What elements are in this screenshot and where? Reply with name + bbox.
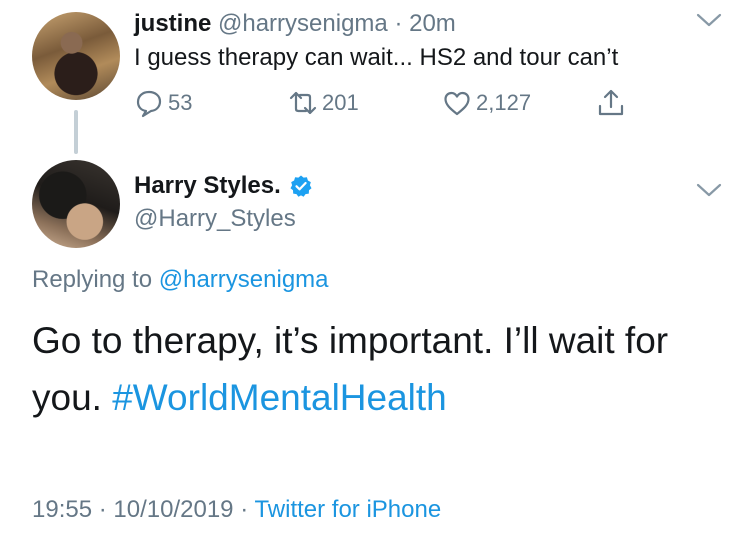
author-handle[interactable]: @Harry_Styles	[134, 205, 296, 233]
like-icon	[444, 91, 470, 116]
meta-separator: ·	[98, 496, 107, 523]
thread-connector-line	[74, 110, 78, 154]
reply-count: 53	[168, 90, 193, 115]
retweet-action[interactable]: 201	[288, 88, 359, 118]
reply-action[interactable]: 53	[134, 88, 192, 118]
author-handle-time[interactable]: @harrysenigma · 20m	[218, 10, 456, 38]
replying-to-label: Replying to	[32, 266, 153, 293]
author-handle[interactable]: @harrysenigma	[218, 10, 388, 37]
avatar-harry-styles[interactable]	[32, 160, 120, 248]
avatar-justine[interactable]	[32, 12, 120, 100]
reply-icon	[136, 90, 162, 118]
tweet-time: 19:55	[32, 496, 93, 523]
retweet-count: 201	[322, 90, 359, 115]
like-action[interactable]: 2,127	[442, 88, 531, 118]
share-action[interactable]	[596, 88, 630, 118]
time-separator: ·	[394, 10, 403, 37]
retweet-icon	[289, 91, 317, 115]
tweet-source-link[interactable]: Twitter for iPhone	[254, 496, 441, 523]
author-name[interactable]: Harry Styles.	[134, 172, 281, 200]
tweet-metadata: 19:55 · 10/10/2019 · Twitter for iPhone	[32, 496, 441, 524]
tweet-text: I guess therapy can wait... HS2 and tour…	[134, 44, 619, 71]
like-count: 2,127	[476, 90, 532, 115]
hashtag-link[interactable]: #WorldMentalHealth	[112, 377, 447, 418]
author-name[interactable]: justine	[134, 10, 211, 38]
tweet-time[interactable]: 20m	[409, 10, 456, 37]
author-name-row[interactable]: Harry Styles.	[134, 172, 313, 200]
tweet-date: 10/10/2019	[113, 496, 234, 523]
chevron-down-icon[interactable]	[696, 12, 722, 28]
verified-badge-icon	[290, 175, 312, 197]
meta-separator: ·	[240, 496, 249, 523]
share-icon	[598, 89, 624, 116]
replying-to: Replying to @harrysenigma	[32, 266, 329, 294]
chevron-down-icon[interactable]	[696, 182, 722, 198]
replying-to-handle-link[interactable]: @harrysenigma	[159, 266, 329, 293]
main-tweet-text: Go to therapy, it’s important. I’ll wait…	[32, 312, 722, 426]
